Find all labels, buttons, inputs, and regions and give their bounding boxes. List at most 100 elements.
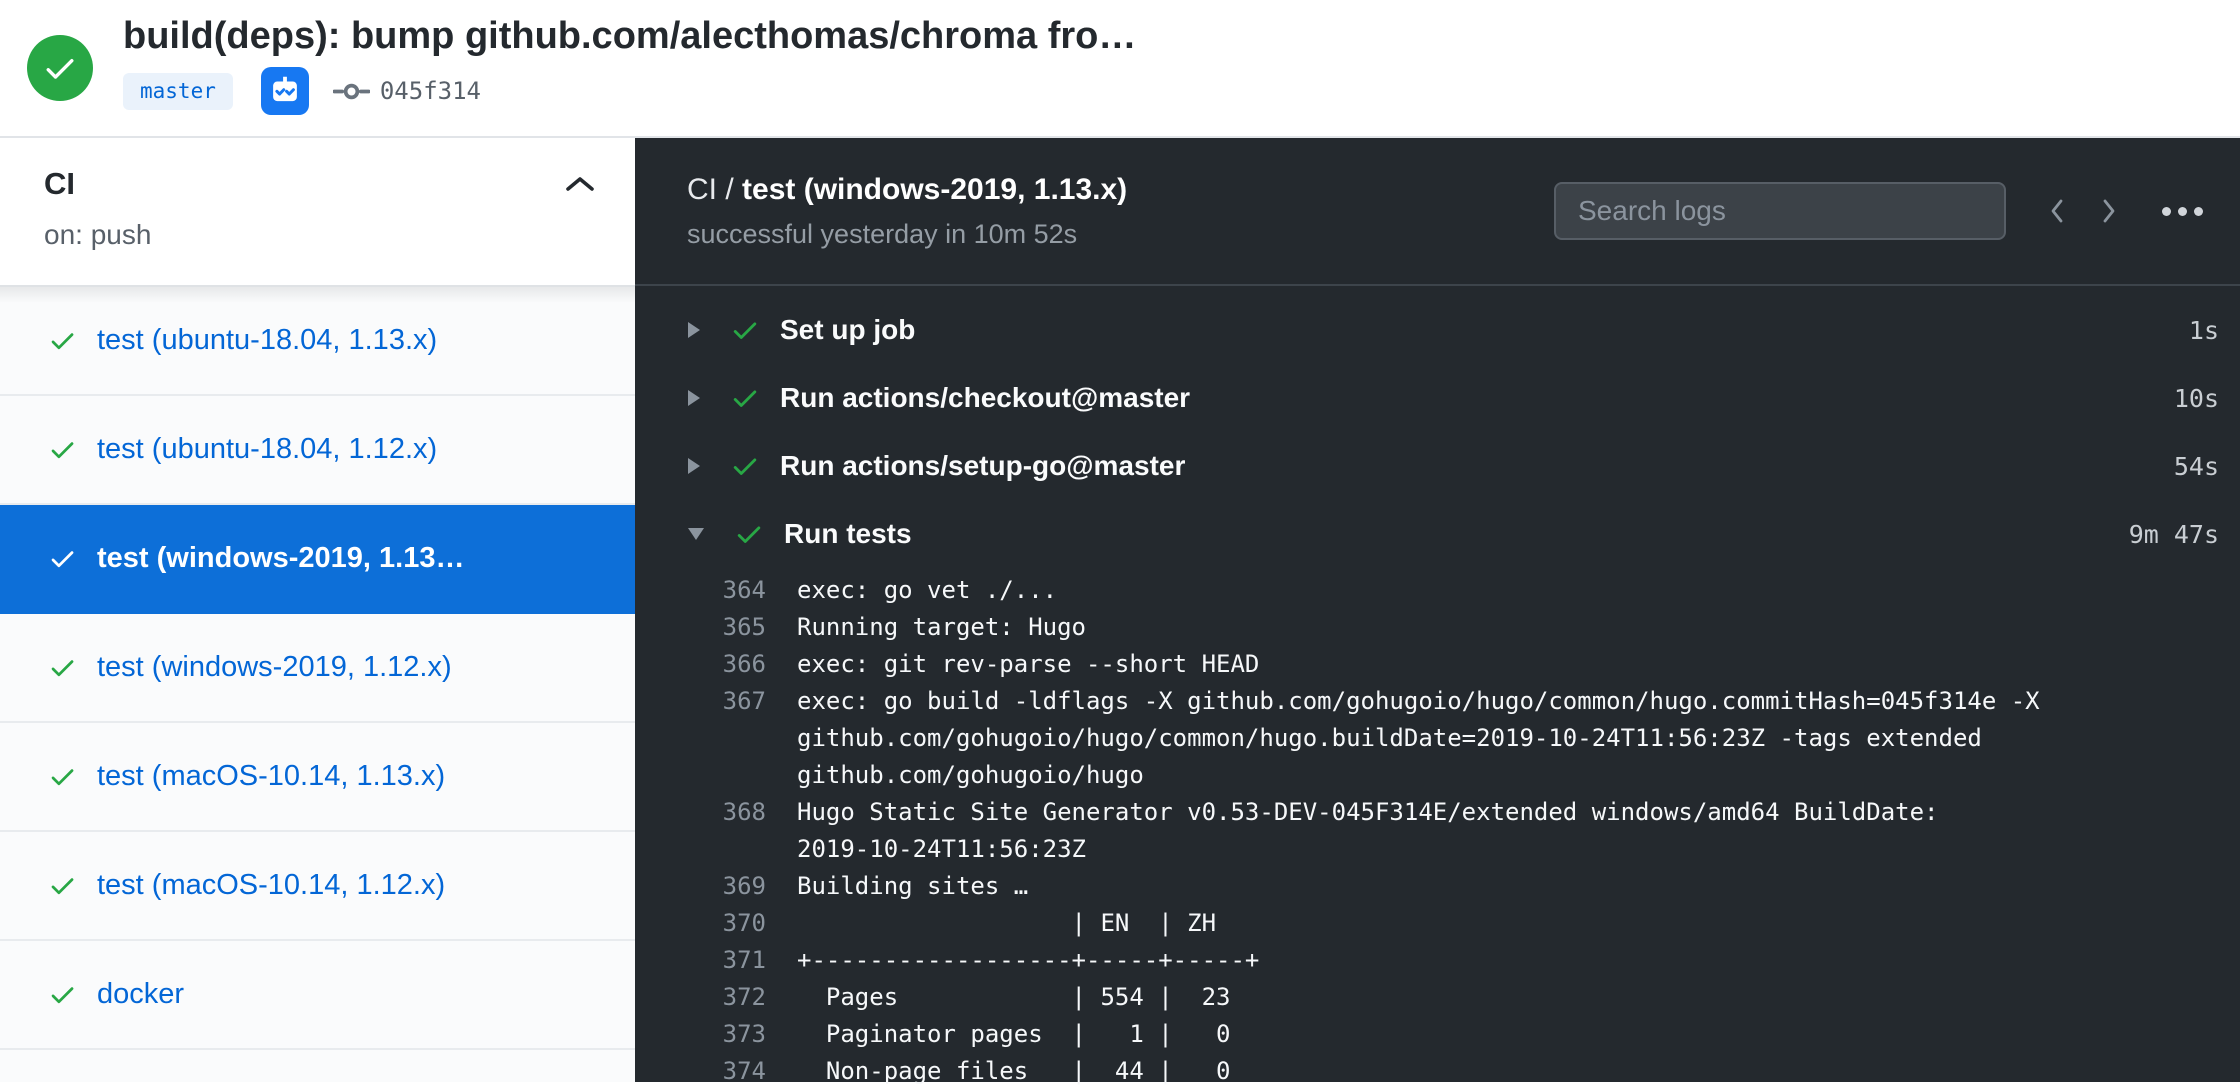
breadcrumb-prefix: CI /: [687, 173, 742, 206]
git-commit-icon: [333, 79, 370, 104]
commit-link[interactable]: 045f314: [333, 77, 481, 105]
job-label: test (windows-2019, 1.12.x): [97, 651, 452, 684]
log-line: 366 exec: git rev-parse --short HEAD: [635, 646, 2240, 683]
log-line-text: exec: git rev-parse --short HEAD: [797, 646, 1259, 683]
log-line: 374 Non-page files | 44 | 0: [635, 1053, 2240, 1090]
log-line: 368 Hugo Static Site Generator v0.53-DEV…: [635, 794, 2240, 868]
workflow-name: CI: [44, 166, 75, 202]
job-log-header: CI / test (windows-2019, 1.13.x) success…: [635, 138, 2240, 286]
log-line-text: | EN | ZH: [797, 905, 1216, 942]
check-icon: [48, 653, 77, 682]
check-icon: [730, 451, 760, 481]
log-line: 370 | EN | ZH: [635, 905, 2240, 942]
sidebar-job-item[interactable]: test (windows-2019, 1.12.x): [0, 614, 635, 723]
step-name: Run tests: [784, 518, 912, 550]
log-step-row[interactable]: Run tests 9m 47s: [635, 500, 2240, 568]
page-title: build(deps): bump github.com/alecthomas/…: [123, 14, 1136, 58]
workflow-sidebar: CI on: push test (ubuntu-18.04, 1.13.x) …: [0, 138, 635, 1082]
log-line: 364 exec: go vet ./...: [635, 572, 2240, 609]
check-icon: [734, 519, 764, 549]
sidebar-job-item[interactable]: test (macOS-10.14, 1.13.x): [0, 723, 635, 832]
log-line-text: Building sites …: [797, 868, 1028, 905]
log-line-number[interactable]: 372: [635, 979, 766, 1016]
chevron-up-icon[interactable]: [565, 175, 595, 193]
log-line-number[interactable]: 371: [635, 942, 766, 979]
dependabot-icon[interactable]: [261, 67, 309, 115]
workflow-header: CI on: push: [0, 138, 635, 252]
check-icon: [730, 383, 760, 413]
next-match-button[interactable]: [2098, 196, 2120, 226]
step-duration: 9m 47s: [2129, 520, 2219, 549]
check-icon: [48, 980, 77, 1009]
branch-badge[interactable]: master: [123, 73, 233, 110]
log-step-row[interactable]: Set up job 1s: [635, 296, 2240, 364]
kebab-menu-button[interactable]: [2160, 201, 2205, 222]
log-step-row[interactable]: Run actions/checkout@master 10s: [635, 364, 2240, 432]
job-label: test (ubuntu-18.04, 1.12.x): [97, 433, 437, 466]
check-icon: [42, 50, 78, 86]
sidebar-job-item[interactable]: test (ubuntu-18.04, 1.13.x): [0, 287, 635, 396]
disclosure-triangle-icon: [688, 528, 704, 540]
log-line-number[interactable]: 367: [635, 683, 766, 720]
log-line-number[interactable]: 373: [635, 1016, 766, 1053]
log-line: 367 exec: go build -ldflags -X github.co…: [635, 683, 2240, 794]
job-log-panel: CI / test (windows-2019, 1.13.x) success…: [635, 138, 2240, 1082]
sidebar-job-item[interactable]: test (macOS-10.14, 1.12.x): [0, 832, 635, 941]
log-line: 371 +------------------+-----+-----+: [635, 942, 2240, 979]
commit-sha: 045f314: [380, 77, 481, 105]
job-breadcrumb: CI / test (windows-2019, 1.13.x): [687, 171, 1127, 209]
prev-match-button[interactable]: [2046, 196, 2068, 226]
workflow-trigger: on: push: [44, 218, 595, 252]
log-line-number[interactable]: 374: [635, 1053, 766, 1090]
log-line-number[interactable]: 368: [635, 794, 766, 831]
log-line-text: Non-page files | 44 | 0: [797, 1053, 1230, 1090]
log-line-number[interactable]: 365: [635, 609, 766, 646]
log-line-number[interactable]: 366: [635, 646, 766, 683]
job-label: test (ubuntu-18.04, 1.13.x): [97, 324, 437, 357]
job-label: test (macOS-10.14, 1.13.x): [97, 760, 445, 793]
job-label: docker: [97, 978, 184, 1011]
check-icon: [48, 871, 77, 900]
log-line-text: +------------------+-----+-----+: [797, 942, 1259, 979]
sidebar-job-item[interactable]: test (windows-2019, 1.13…: [0, 505, 635, 614]
disclosure-triangle-icon: [688, 390, 700, 406]
log-controls: [1554, 182, 2205, 240]
job-name: test (windows-2019, 1.13.x): [742, 173, 1127, 206]
chevron-right-icon: [2098, 196, 2120, 226]
commit-meta-row: master 045f314: [123, 66, 1136, 116]
job-list: test (ubuntu-18.04, 1.13.x) test (ubuntu…: [0, 285, 635, 1082]
step-name: Set up job: [780, 314, 915, 346]
step-list: Set up job 1s Run actions/checkout@maste…: [635, 286, 2240, 568]
log-line: 373 Paginator pages | 1 | 0: [635, 1016, 2240, 1053]
check-icon: [48, 435, 77, 464]
log-line-number[interactable]: 369: [635, 868, 766, 905]
check-icon: [730, 315, 760, 345]
log-output: 364 exec: go vet ./... 365 Running targe…: [635, 572, 2240, 1090]
log-line-text: Hugo Static Site Generator v0.53-DEV-045…: [797, 794, 1939, 868]
disclosure-triangle-icon: [688, 322, 700, 338]
log-line-text: Paginator pages | 1 | 0: [797, 1016, 1230, 1053]
step-duration: 10s: [2174, 384, 2219, 413]
log-line: 372 Pages | 554 | 23: [635, 979, 2240, 1016]
log-line-number[interactable]: 370: [635, 905, 766, 942]
job-status-line: successful yesterday in 10m 52s: [687, 218, 1127, 251]
job-label: test (windows-2019, 1.13…: [97, 542, 464, 575]
log-line: 365 Running target: Hugo: [635, 609, 2240, 646]
job-label: test (macOS-10.14, 1.12.x): [97, 869, 445, 902]
sidebar-job-item[interactable]: docker: [0, 941, 635, 1050]
search-logs-input[interactable]: [1554, 182, 2006, 240]
step-name: Run actions/setup-go@master: [780, 450, 1185, 482]
log-line-text: Pages | 554 | 23: [797, 979, 1230, 1016]
log-line-text: exec: go vet ./...: [797, 572, 1057, 609]
check-icon: [48, 762, 77, 791]
log-line-number[interactable]: 364: [635, 572, 766, 609]
log-step-row[interactable]: Run actions/setup-go@master 54s: [635, 432, 2240, 500]
check-icon: [48, 544, 77, 573]
success-status-icon: [27, 35, 93, 101]
sidebar-job-item[interactable]: test (ubuntu-18.04, 1.12.x): [0, 396, 635, 505]
check-run-header: build(deps): bump github.com/alecthomas/…: [0, 0, 2240, 138]
step-name: Run actions/checkout@master: [780, 382, 1190, 414]
log-line: 369 Building sites …: [635, 868, 2240, 905]
log-line-text: exec: go build -ldflags -X github.com/go…: [797, 683, 2040, 794]
step-duration: 54s: [2174, 452, 2219, 481]
